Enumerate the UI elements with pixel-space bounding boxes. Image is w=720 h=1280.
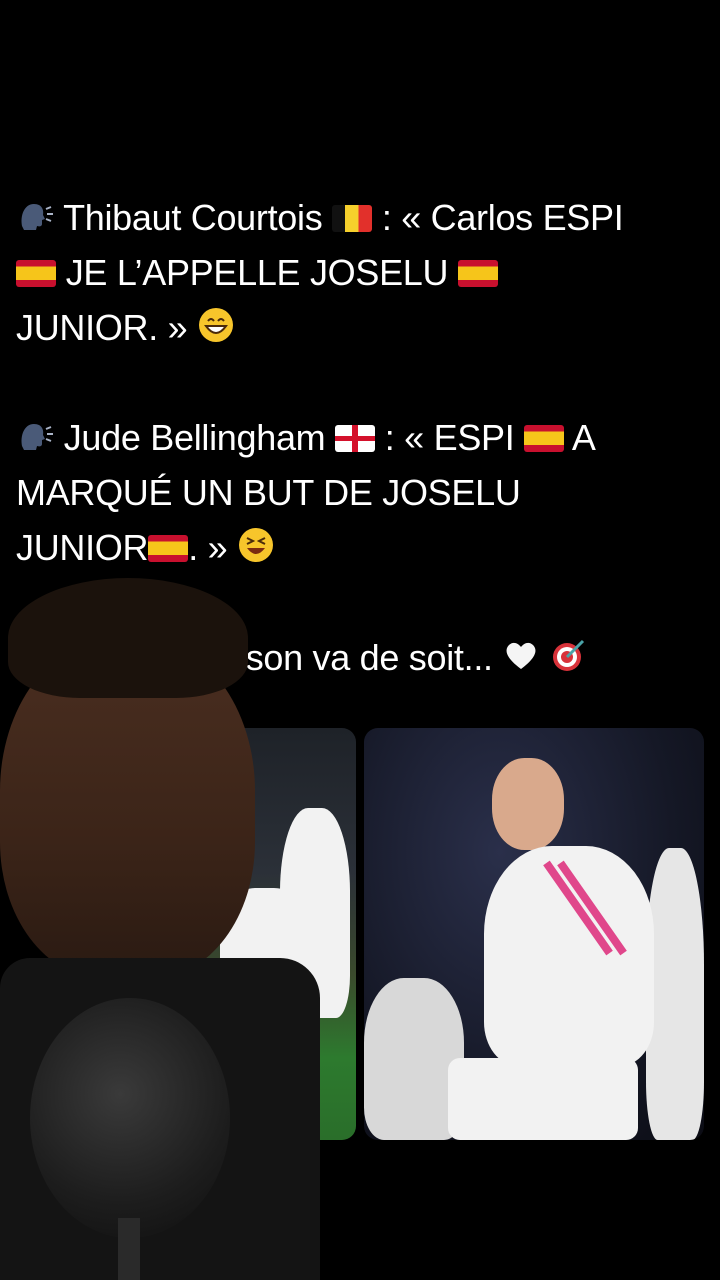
post-line-1: Thibaut Courtois : « Carlos ESPI (16, 190, 706, 245)
quote-text-3: JUNIOR. » (16, 307, 188, 348)
speaking-head-icon (21, 424, 53, 450)
quote-text-6: JUNIOR (16, 527, 149, 568)
quote-text-2: JE L’APPELLE JOSELU (65, 252, 449, 293)
match-photo-right[interactable] (364, 728, 704, 1140)
spain-flag-icon (148, 535, 189, 562)
quote-open-1: : « Carlos ESPI (381, 197, 624, 238)
streamer-webcam-overlay (0, 578, 330, 1280)
white-heart-icon (506, 642, 536, 669)
england-flag-icon (335, 425, 376, 452)
quote-tail-4: A (571, 417, 596, 458)
belgium-flag-icon (332, 205, 373, 232)
post-line-5: MARQUÉ UN BUT DE JOSELU (16, 465, 706, 520)
post-line-4: Jude Bellingham : « ESPI A (16, 410, 706, 465)
speaker-name-courtois: Thibaut Courtois (63, 197, 323, 238)
quote-open-4: : « ESPI (384, 417, 515, 458)
microphone-icon (30, 998, 230, 1238)
speaker-name-bellingham: Jude Bellingham (63, 417, 326, 458)
direct-hit-icon (553, 639, 585, 671)
post-line-3: JUNIOR. » (16, 300, 706, 355)
speaking-head-icon (21, 204, 53, 230)
quote-text-5: MARQUÉ UN BUT DE JOSELU (16, 472, 521, 513)
spain-flag-icon (16, 260, 56, 287)
laughing-face-icon (239, 528, 274, 562)
player-head (492, 758, 564, 850)
microphone-stand (118, 1218, 140, 1280)
spain-flag-icon (524, 425, 565, 452)
player-figure-background (646, 848, 704, 1140)
quote-close-6: . » (188, 527, 228, 568)
player-shorts (448, 1058, 638, 1140)
spain-flag-icon (457, 260, 498, 287)
post-line-6: JUNIOR . » (16, 520, 706, 575)
post-line-2: JE L’APPELLE JOSELU (16, 245, 706, 300)
grinning-face-icon (199, 308, 234, 342)
streamer-hair (8, 578, 248, 698)
